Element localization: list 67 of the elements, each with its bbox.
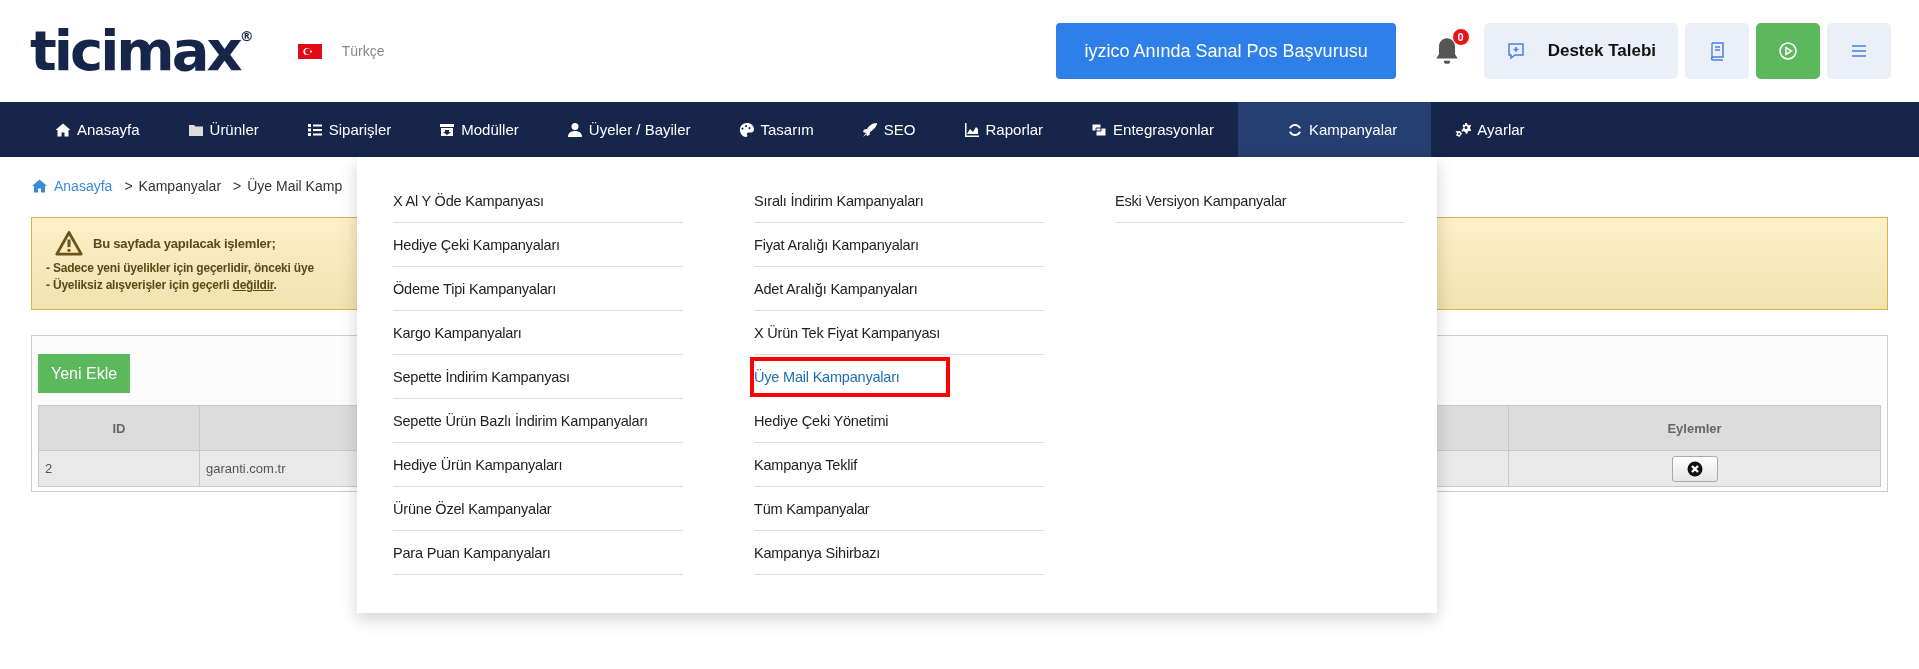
menu-item[interactable]: Kargo Kampanyaları — [393, 311, 683, 355]
menu-item[interactable]: Hediye Çeki Yönetimi — [754, 399, 1044, 443]
breadcrumb-link[interactable]: Anasayfa — [54, 178, 113, 194]
menu-item[interactable]: Eski Versiyon Kampanyalar — [1115, 179, 1405, 223]
rocket-icon — [861, 121, 878, 138]
menu-item[interactable]: Ürüne Özel Kampanyalar — [393, 487, 683, 531]
menu-item[interactable]: X Al Y Öde Kampanyası — [393, 179, 683, 223]
arrows-icon — [1286, 121, 1303, 138]
nav-tab[interactable]: Anasayfa — [31, 102, 164, 157]
nav-tab[interactable]: SEO — [837, 102, 940, 157]
menu-item[interactable]: Hediye Ürün Kampanyaları — [393, 443, 683, 487]
column-header: ID — [38, 405, 200, 451]
breadcrumb-separator: > — [233, 178, 242, 194]
menu-item[interactable]: Ödeme Tipi Kampanyaları — [393, 267, 683, 311]
nav-tab[interactable]: Üyeler / Bayiler — [542, 102, 715, 157]
box-icon — [439, 121, 456, 138]
menu-item[interactable]: Üye Mail Kampanyaları — [750, 357, 950, 397]
alert-line: - Sadece yeni üyelikler için geçerlidir, önceki üye — [46, 260, 314, 277]
breadcrumb-text: Üye Mail Kamp — [247, 178, 343, 194]
windows-icon — [1091, 121, 1108, 138]
nav-tab[interactable]: Tasarım — [714, 102, 838, 157]
menu-item[interactable]: Tüm Kampanyalar — [754, 487, 1044, 531]
video-button[interactable] — [1756, 23, 1820, 79]
chat-plus-icon — [1505, 41, 1526, 61]
menu-item[interactable]: Fiyat Aralığı Kampanyaları — [754, 223, 1044, 267]
nav-tab[interactable]: Ürünler — [163, 102, 283, 157]
menu-item[interactable]: Sepette İndirim Kampanyası — [393, 355, 683, 399]
warning-icon — [55, 230, 83, 256]
alert-title: Bu sayfada yapılacak işlemler; — [93, 235, 276, 251]
support-request-button[interactable]: Destek Talebi — [1483, 23, 1678, 79]
user-icon — [566, 121, 583, 138]
turkish-flag-icon — [297, 43, 322, 59]
menu-item[interactable]: Para Puan Kampanyaları — [393, 531, 683, 575]
bell-icon[interactable] — [1433, 36, 1460, 66]
play-icon — [1778, 41, 1798, 61]
nav-tab[interactable]: Kampanyalar — [1237, 102, 1432, 157]
chart-icon — [963, 121, 980, 138]
menu-item[interactable]: Adet Aralığı Kampanyaları — [754, 267, 1044, 311]
delete-button[interactable] — [1671, 455, 1718, 482]
palette-icon — [738, 121, 755, 138]
breadcrumb-text: Kampanyalar — [138, 178, 222, 194]
nav-tab[interactable]: Raporlar — [939, 102, 1068, 157]
column-header: Eylemler — [1508, 405, 1881, 451]
menu-item[interactable]: Kampanya Teklif — [754, 443, 1044, 487]
menu-item[interactable]: Kampanya Sihirbazı — [754, 531, 1044, 575]
ticimax-logo[interactable]: ticimax$^{®}$ — [30, 23, 254, 79]
list-icon — [306, 121, 323, 138]
nav-tab[interactable]: Ayarlar — [1431, 102, 1549, 157]
nav-tab[interactable]: Siparişler — [282, 102, 416, 157]
table-cell: 2 — [38, 450, 200, 487]
home-icon — [55, 121, 71, 138]
nav-tab[interactable]: Entegrasyonlar — [1067, 102, 1238, 157]
guide-button[interactable] — [1685, 23, 1749, 79]
language-selector[interactable]: Türkçe — [341, 43, 385, 59]
close-icon — [1686, 460, 1703, 477]
menu-item[interactable]: Sıralı İndirim Kampanyaları — [754, 179, 1044, 223]
nav-tab[interactable]: Modüller — [415, 102, 543, 157]
promo-button[interactable]: iyzico Anında Sanal Pos Başvurusu — [1056, 23, 1396, 79]
menu-item[interactable]: Sepette Ürün Bazlı İndirim Kampanyaları — [393, 399, 683, 443]
alert-line: - Üyeliksiz alışverişler için geçerli değildir. — [46, 277, 277, 294]
menu-item[interactable]: X Ürün Tek Fiyat Kampanyası — [754, 311, 1044, 355]
menu-button[interactable] — [1827, 23, 1891, 79]
breadcrumb-separator: > — [124, 178, 133, 194]
gears-icon — [1455, 121, 1472, 138]
notification-count-badge: 0 — [1451, 28, 1470, 46]
menu-item[interactable]: Hediye Çeki Kampanyaları — [393, 223, 683, 267]
home-icon — [31, 178, 48, 194]
